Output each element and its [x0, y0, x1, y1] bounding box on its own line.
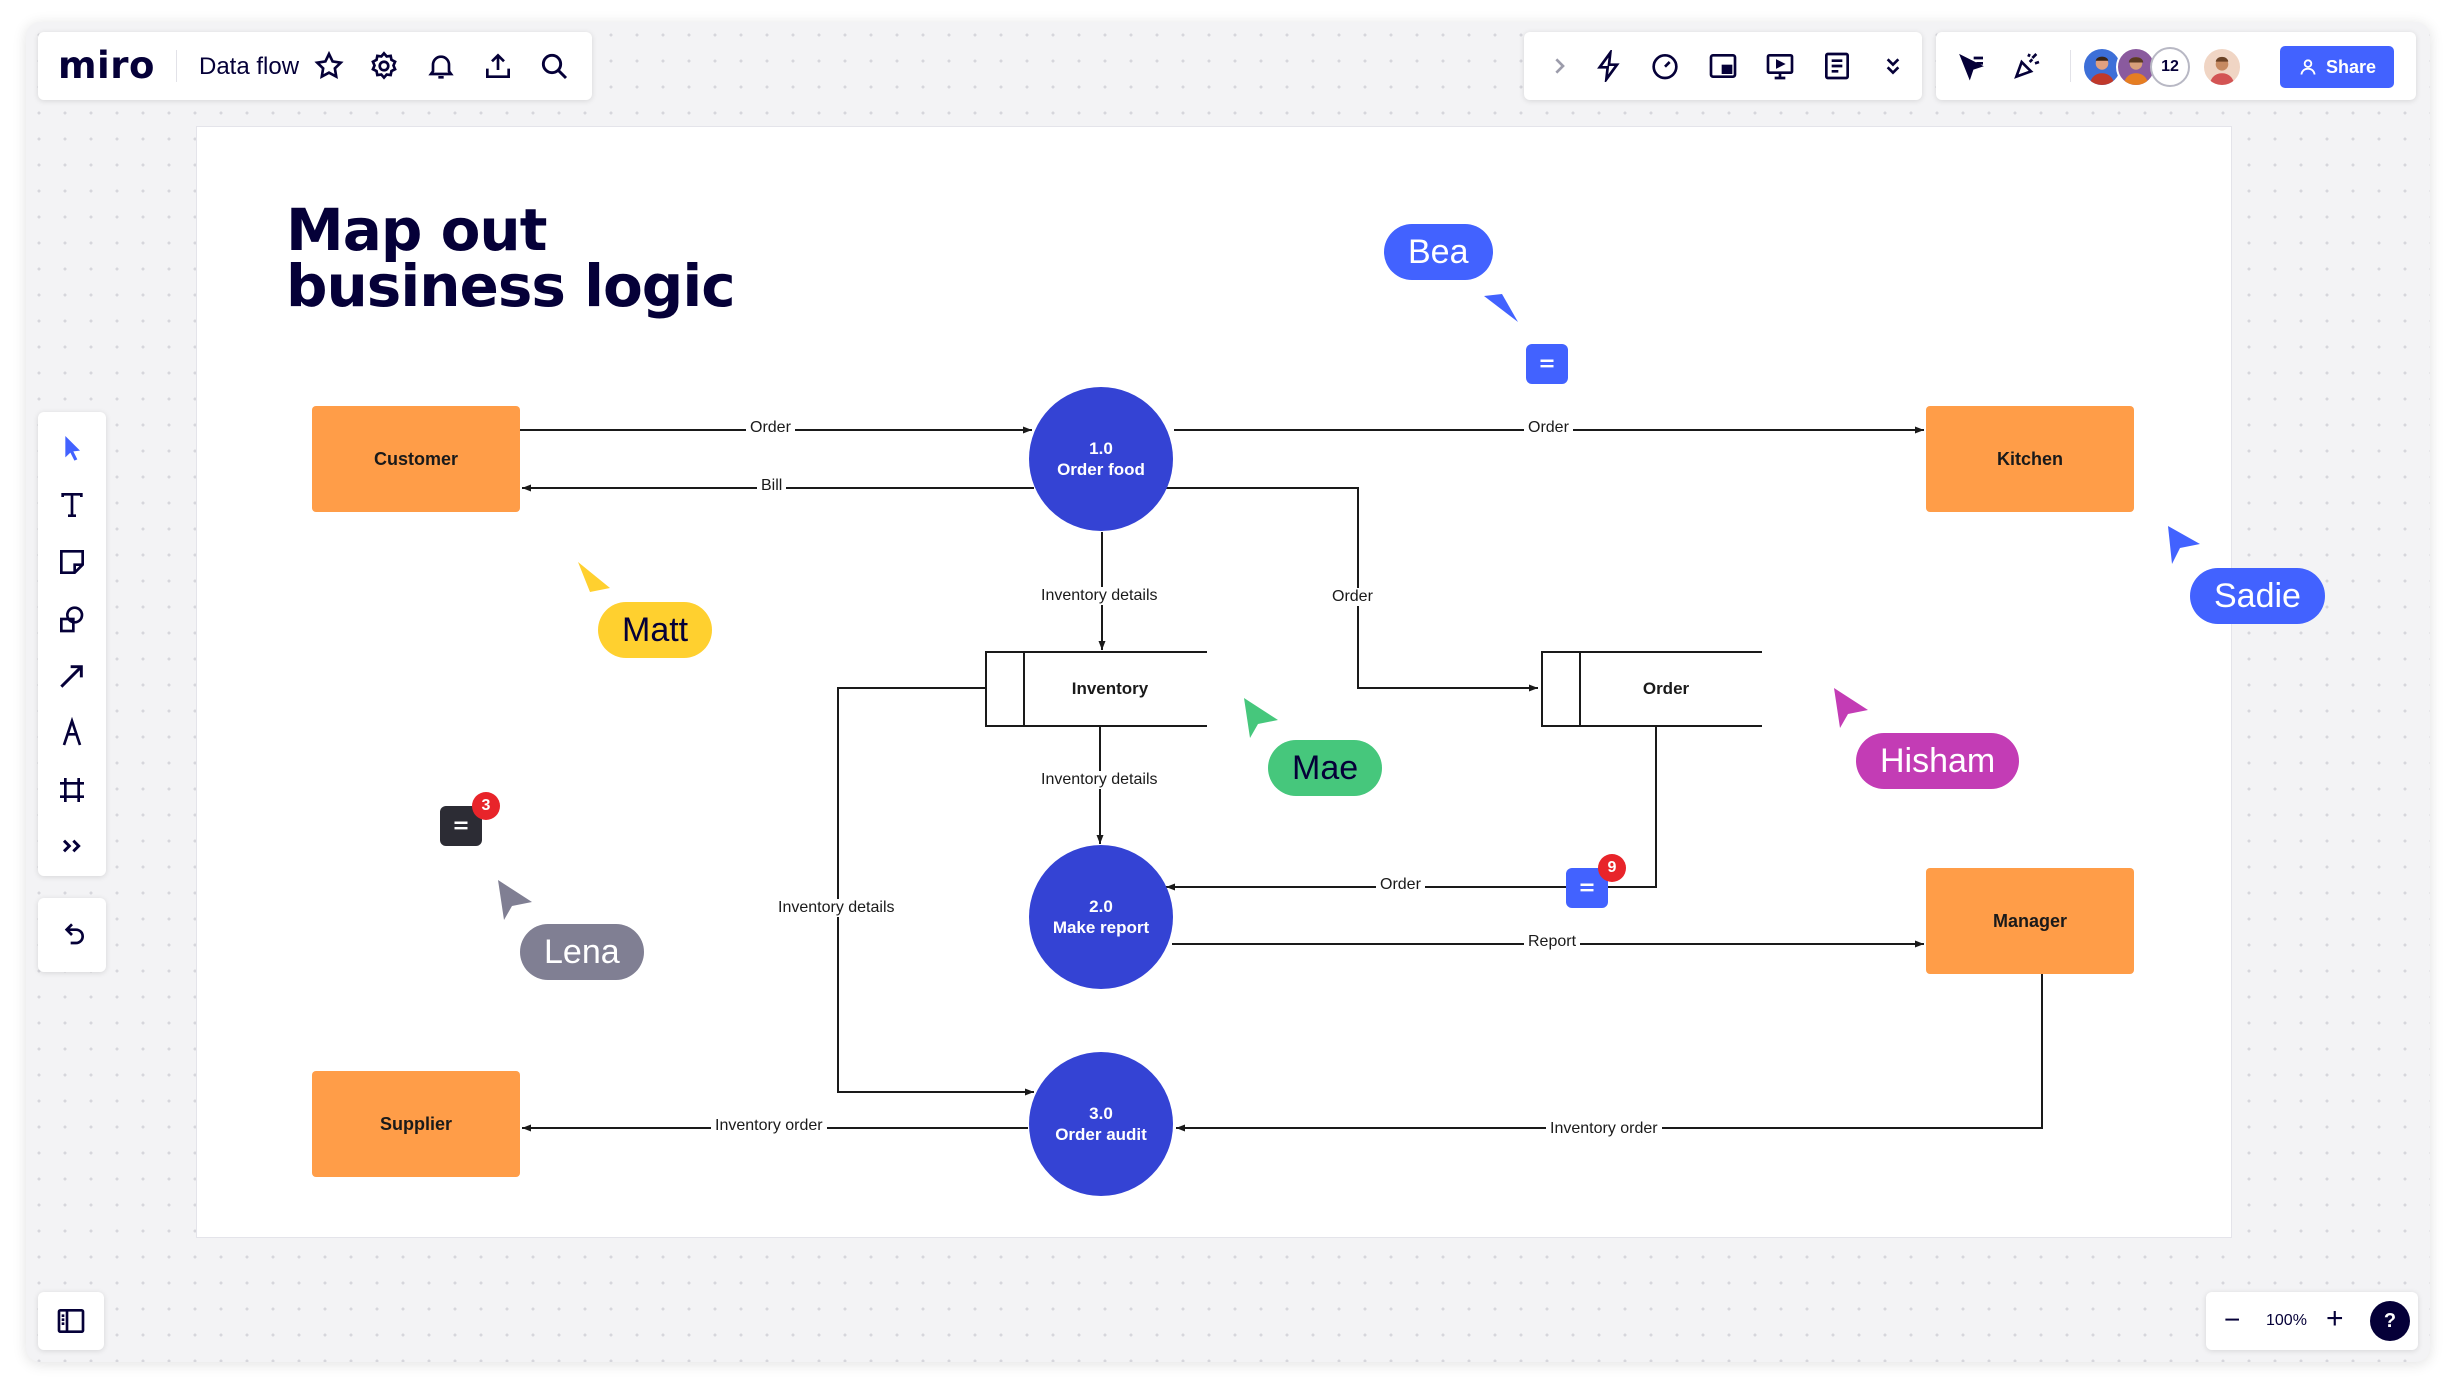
comment-icon[interactable]: [1526, 344, 1568, 384]
cursor-arrow-icon: [578, 562, 610, 592]
cursor-label-lena: Lena: [520, 924, 644, 980]
flow-label[interactable]: Order: [1524, 419, 1573, 437]
cursor-arrow-icon: [498, 880, 532, 920]
flow-label[interactable]: Inventory details: [1037, 587, 1162, 605]
process-name: Order audit: [1055, 1125, 1147, 1144]
process-number: 1.0: [1089, 439, 1113, 458]
process-order-audit[interactable]: 3.0 Order audit: [1029, 1052, 1173, 1196]
flow-connectors: [520, 426, 2043, 1132]
process-make-report[interactable]: 2.0 Make report: [1029, 845, 1173, 989]
cursor-arrow-icon: [2168, 526, 2200, 564]
comment-count-badge: 9: [1598, 854, 1626, 882]
cursor-arrow-icon: [1834, 688, 1868, 728]
cursor-label-hisham: Hisham: [1856, 733, 2020, 789]
cursor-label-bea: Bea: [1384, 224, 1493, 280]
flow-label[interactable]: Inventory order: [1546, 1120, 1662, 1138]
process-name: Order food: [1057, 460, 1145, 479]
process-number: 3.0: [1089, 1104, 1113, 1123]
process-number: 2.0: [1089, 897, 1113, 916]
flow-label[interactable]: Inventory details: [1037, 771, 1162, 789]
process-order-food[interactable]: 1.0 Order food: [1029, 387, 1173, 531]
cursor-arrow-icon: [1244, 698, 1278, 738]
process-name: Make report: [1052, 918, 1150, 937]
cursor-label-mae: Mae: [1268, 740, 1383, 796]
cursor-label-matt: Matt: [598, 602, 713, 658]
flow-label[interactable]: Report: [1524, 933, 1581, 951]
comment-count-badge: 3: [472, 792, 500, 820]
entity-kitchen[interactable]: Kitchen: [1926, 406, 2134, 512]
datastore-order[interactable]: Order: [1580, 652, 1752, 726]
flow-label[interactable]: Inventory order: [711, 1117, 827, 1135]
flow-label[interactable]: Order: [1376, 876, 1425, 894]
flow-label[interactable]: Bill: [757, 477, 787, 495]
flow-label[interactable]: Inventory details: [774, 899, 899, 917]
datastore-inventory[interactable]: Inventory: [1024, 652, 1196, 726]
cursor-arrow-icon: [1484, 294, 1518, 322]
flow-label[interactable]: Order: [1328, 588, 1377, 606]
entity-supplier[interactable]: Supplier: [312, 1071, 520, 1177]
entity-customer[interactable]: Customer: [312, 406, 520, 512]
entity-manager[interactable]: Manager: [1926, 868, 2134, 974]
cursor-label-sadie: Sadie: [2190, 568, 2325, 624]
flow-label[interactable]: Order: [746, 419, 795, 437]
